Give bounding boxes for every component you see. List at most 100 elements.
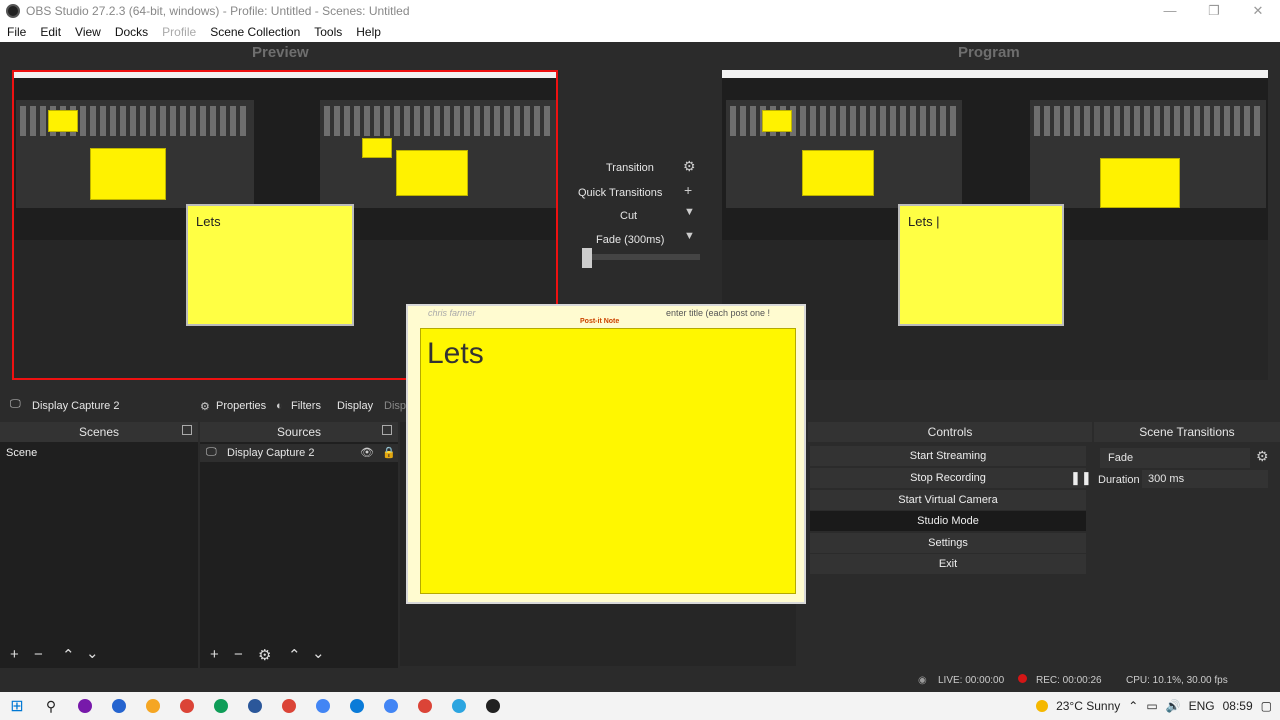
menu-profile[interactable]: Profile xyxy=(155,25,203,39)
gear-icon: ⚙ xyxy=(200,401,210,413)
note-header-center: Post-it Note xyxy=(580,318,620,325)
menu-view[interactable]: View xyxy=(68,25,108,39)
program-title: Program xyxy=(958,44,1020,61)
app-icon-orange[interactable] xyxy=(136,692,170,720)
controls-header: Controls xyxy=(808,422,1092,442)
menu-scene-collection[interactable]: Scene Collection xyxy=(203,25,307,39)
properties-button[interactable]: Properties xyxy=(216,400,266,412)
gear-icon[interactable]: ⚙ xyxy=(1256,448,1269,465)
signal-icon: ◉ xyxy=(918,675,927,686)
filters-button[interactable]: Filters xyxy=(291,400,321,412)
live-status: LIVE: 00:00:00 xyxy=(938,675,1005,686)
clock[interactable]: 08:59 xyxy=(1223,699,1253,713)
transition-select[interactable]: Fade xyxy=(1100,448,1250,468)
window-title: OBS Studio 27.2.3 (64-bit, windows) - Pr… xyxy=(26,4,410,18)
menu-docks[interactable]: Docks xyxy=(108,25,155,39)
menu-edit[interactable]: Edit xyxy=(33,25,68,39)
sticky-note-window[interactable]: chris farmer Post-it Note enter title (e… xyxy=(406,304,806,604)
chevron-down-icon[interactable]: ▼ xyxy=(684,206,695,218)
remove-scene-icon[interactable]: − xyxy=(34,646,43,663)
gear-icon[interactable]: ⚙ xyxy=(683,158,696,175)
windows-start-icon[interactable]: ⊞ xyxy=(0,692,34,720)
system-tray: 23°C Sunny ⌃ ▭ 🔊 ENG 08:59 ▢ xyxy=(1036,692,1272,720)
start-streaming-button[interactable]: Start Streaming xyxy=(810,446,1086,466)
filter-icon: ◐ xyxy=(276,400,283,412)
maximize-button[interactable]: ❐ xyxy=(1192,0,1236,22)
google-icon[interactable] xyxy=(374,692,408,720)
chevron-up-icon[interactable]: ⌃ xyxy=(1128,699,1138,713)
notification-icon[interactable]: ▢ xyxy=(1261,699,1272,713)
chrome-icon[interactable] xyxy=(272,692,306,720)
lock-icon[interactable]: 🔒 xyxy=(382,446,396,459)
rec-status: REC: 00:00:26 xyxy=(1036,675,1102,686)
move-down-icon[interactable]: ⌄ xyxy=(312,644,325,662)
weather-text[interactable]: 23°C Sunny xyxy=(1056,699,1120,713)
stop-recording-button[interactable]: Stop Recording xyxy=(810,468,1086,488)
sticky-note-body[interactable]: Lets xyxy=(420,328,796,594)
source-row[interactable]: 🖵 Display Capture 2 👁 🔒 xyxy=(200,444,398,462)
source-row-name: Display Capture 2 xyxy=(227,447,315,459)
settings-button[interactable]: Settings xyxy=(810,533,1086,553)
note-header-left: chris farmer xyxy=(428,308,476,318)
display-label: Display xyxy=(337,400,374,412)
move-up-icon[interactable]: ⌃ xyxy=(288,646,301,664)
status-bar: ◉ LIVE: 00:00:00 REC: 00:00:26 CPU: 10.1… xyxy=(0,670,1280,692)
add-scene-icon[interactable]: + xyxy=(10,646,19,663)
telegram-icon[interactable] xyxy=(442,692,476,720)
exit-button[interactable]: Exit xyxy=(810,554,1086,574)
edge-icon[interactable] xyxy=(340,692,374,720)
close-button[interactable]: ✕ xyxy=(1236,0,1280,22)
scene-item[interactable]: Scene xyxy=(6,447,37,459)
onenote-icon[interactable] xyxy=(68,692,102,720)
duration-spinbox[interactable]: 300 ms xyxy=(1142,470,1268,488)
language-indicator[interactable]: ENG xyxy=(1189,699,1215,713)
plus-icon[interactable]: + xyxy=(684,182,692,198)
sticky-note-text[interactable]: Lets xyxy=(427,337,484,371)
chrome-icon[interactable] xyxy=(204,692,238,720)
monitor-icon: 🖵 xyxy=(206,446,217,458)
move-up-icon[interactable]: ⌃ xyxy=(62,646,75,664)
windows-taskbar: ⊞ ⚲ 23°C Sunny ⌃ ▭ 🔊 ENG 08:59 ▢ xyxy=(0,692,1280,720)
display-select[interactable]: Displ xyxy=(384,400,408,412)
sources-header: Sources xyxy=(200,422,398,442)
app-icon-blue[interactable] xyxy=(238,692,272,720)
window-titlebar: OBS Studio 27.2.3 (64-bit, windows) - Pr… xyxy=(0,0,1280,22)
monitor-icon: 🖵 xyxy=(10,398,21,410)
obs-icon[interactable] xyxy=(476,692,510,720)
source-name: Display Capture 2 xyxy=(32,400,120,412)
move-down-icon[interactable]: ⌄ xyxy=(86,644,99,662)
add-source-icon[interactable]: + xyxy=(210,646,219,663)
tbar-slider[interactable] xyxy=(582,254,700,260)
battery-icon[interactable]: ▭ xyxy=(1146,699,1157,713)
chrome-icon[interactable] xyxy=(306,692,340,720)
menu-file[interactable]: File xyxy=(0,25,33,39)
source-settings-icon[interactable]: ⚙ xyxy=(258,646,271,664)
source-toolbar: 🖵 Display Capture 2 ⚙ Properties ◐ Filte… xyxy=(0,394,408,418)
chevron-down-icon[interactable]: ▼ xyxy=(684,230,695,242)
dock-float-icon[interactable] xyxy=(182,425,192,435)
cut-button[interactable]: Cut xyxy=(620,210,637,222)
quick-transitions-label: Quick Transitions xyxy=(578,187,663,199)
todo-icon[interactable] xyxy=(102,692,136,720)
transition-button[interactable]: Transition xyxy=(606,162,654,174)
start-virtual-camera-button[interactable]: Start Virtual Camera xyxy=(810,490,1086,510)
menu-help[interactable]: Help xyxy=(349,25,388,39)
volume-icon[interactable]: 🔊 xyxy=(1166,699,1181,713)
note-header-right: enter title (each post one ! xyxy=(666,308,771,318)
remove-source-icon[interactable]: − xyxy=(234,646,243,663)
studio-mode-button[interactable]: Studio Mode xyxy=(810,511,1086,531)
cpu-status: CPU: 10.1%, 30.00 fps xyxy=(1126,675,1228,686)
obs-logo-icon xyxy=(6,4,20,18)
search-icon[interactable]: ⚲ xyxy=(34,692,68,720)
eye-icon[interactable]: 👁 xyxy=(360,446,374,459)
dock-float-icon[interactable] xyxy=(382,425,392,435)
scenes-panel: Scenes Scene + − ⌃ ⌄ xyxy=(0,422,198,668)
pause-icon[interactable]: ❚❚ xyxy=(1070,470,1092,486)
fade-button[interactable]: Fade (300ms) xyxy=(596,234,664,246)
minimize-button[interactable]: — xyxy=(1148,0,1192,22)
menu-bar: File Edit View Docks Profile Scene Colle… xyxy=(0,22,1280,42)
tbar-handle[interactable] xyxy=(582,248,592,268)
chrome-icon[interactable] xyxy=(408,692,442,720)
chrome-icon[interactable] xyxy=(170,692,204,720)
menu-tools[interactable]: Tools xyxy=(307,25,349,39)
